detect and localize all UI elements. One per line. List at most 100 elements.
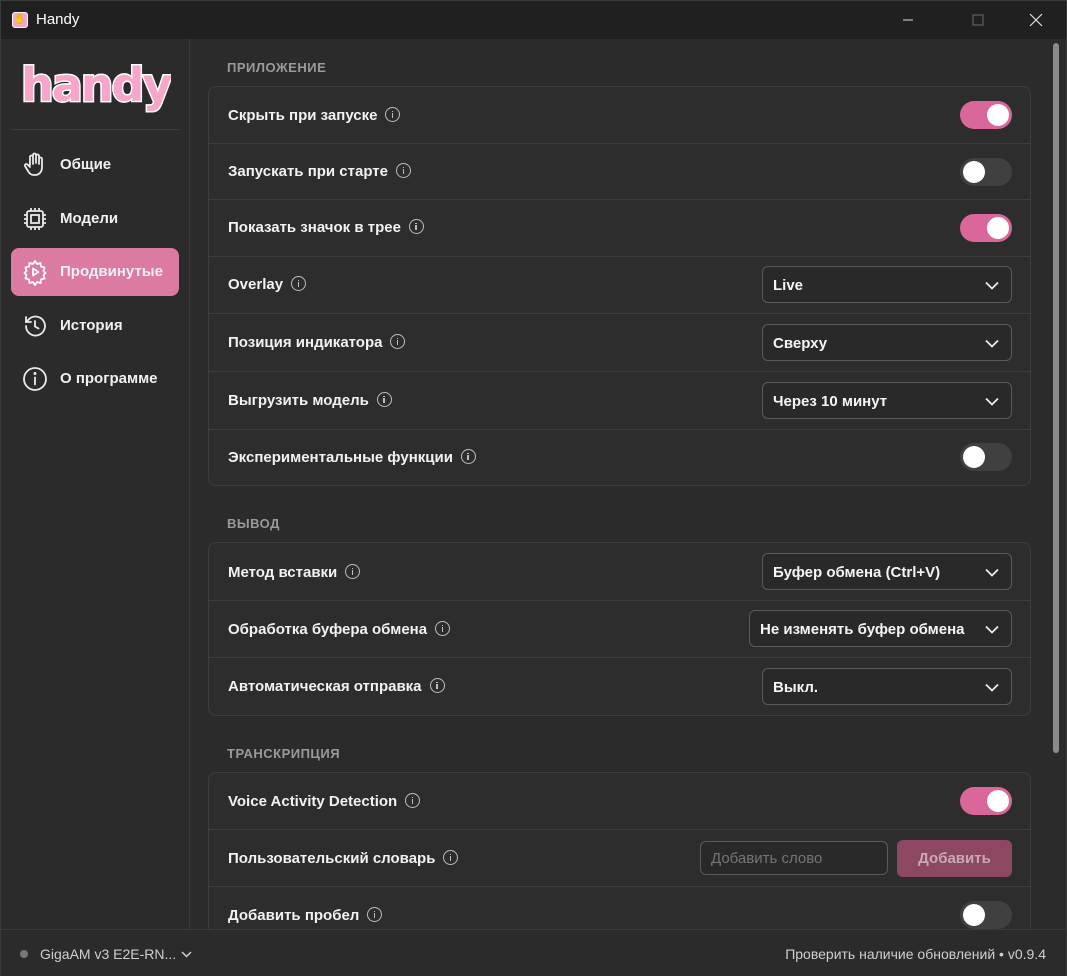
- toggle-knob: [987, 104, 1009, 126]
- chevron-down-icon: [985, 397, 999, 406]
- title-bar: ✋ Handy: [1, 1, 1066, 39]
- close-button[interactable]: [1013, 1, 1059, 39]
- setting-label: Скрыть при запуске: [228, 107, 401, 124]
- setting-row-indicator-position: Позиция индикатора Сверху: [209, 314, 1030, 372]
- settings-card-transcription: Voice Activity Detection Пользовательски…: [208, 772, 1031, 929]
- chevron-down-icon[interactable]: [181, 951, 192, 958]
- maximize-button[interactable]: [955, 1, 1001, 39]
- toggle-knob: [963, 904, 985, 926]
- toggle-knob: [963, 161, 985, 183]
- info-icon[interactable]: [367, 907, 383, 922]
- status-bar: GigaAM v3 E2E-RN... Проверить наличие об…: [1, 929, 1066, 976]
- setting-row-unload-model: Выгрузить модель Через 10 минут: [209, 372, 1030, 430]
- info-icon[interactable]: [435, 621, 451, 636]
- chevron-down-icon: [985, 339, 999, 348]
- info-icon[interactable]: [291, 276, 307, 291]
- experimental-toggle[interactable]: [960, 443, 1012, 471]
- check-updates-link[interactable]: Проверить наличие обновлений • v0.9.4: [785, 946, 1046, 962]
- toggle-knob: [987, 217, 1009, 239]
- auto-send-select[interactable]: Выкл.: [762, 668, 1012, 705]
- info-icon[interactable]: [405, 793, 421, 808]
- setting-label: Overlay: [228, 276, 307, 293]
- setting-label: Автоматическая отправка: [228, 678, 445, 695]
- sidebar-item-general[interactable]: Общие: [11, 141, 179, 189]
- sidebar-divider: [11, 129, 179, 130]
- minimize-icon: [903, 19, 913, 21]
- model-status-indicator: [20, 950, 28, 958]
- sidebar-item-label: О программе: [60, 370, 158, 387]
- sidebar-item-models[interactable]: Модели: [11, 195, 179, 243]
- select-value: Не изменять буфер обмена: [760, 621, 965, 638]
- indicator-position-select[interactable]: Сверху: [762, 324, 1012, 361]
- window-title: Handy: [36, 11, 80, 28]
- setting-row-overlay: Overlay Live: [209, 257, 1030, 314]
- select-value: Через 10 минут: [773, 393, 888, 410]
- add-space-toggle[interactable]: [960, 901, 1012, 929]
- sidebar-item-about[interactable]: О программе: [11, 355, 179, 403]
- toggle-knob: [987, 790, 1009, 812]
- app-logo-icon: ✋: [12, 12, 28, 28]
- info-circle-icon: [23, 367, 47, 391]
- setting-row-dictionary: Пользовательский словарь Добавить: [209, 830, 1030, 887]
- unload-model-select[interactable]: Через 10 минут: [762, 382, 1012, 419]
- info-icon[interactable]: [396, 163, 411, 178]
- info-icon[interactable]: [443, 850, 459, 865]
- chip-icon: [24, 208, 46, 230]
- setting-row-clipboard-handling: Обработка буфера обмена Не изменять буфе…: [209, 601, 1030, 658]
- tray-icon-toggle[interactable]: [960, 214, 1012, 242]
- select-value: Live: [773, 277, 804, 294]
- section-title-transcription: ТРАНСКРИПЦИЯ: [227, 746, 341, 761]
- sidebar-item-label: Общие: [60, 156, 112, 173]
- setting-row-autostart: Запускать при старте: [209, 144, 1030, 200]
- info-icon[interactable]: [429, 678, 445, 693]
- overlay-select[interactable]: Live: [762, 266, 1012, 303]
- scrollbar-thumb[interactable]: [1053, 43, 1059, 753]
- app-window: ✋ Handy handy Общие Модели Продвинутые И…: [0, 0, 1067, 976]
- handy-logo: handy: [20, 57, 172, 114]
- history-icon: [25, 315, 46, 337]
- setting-label: Обработка буфера обмена: [228, 621, 451, 638]
- section-title-app: ПРИЛОЖЕНИЕ: [227, 60, 327, 75]
- hand-icon: [24, 152, 43, 176]
- sidebar-item-history[interactable]: История: [11, 302, 179, 350]
- sidebar-item-label: Модели: [60, 210, 119, 227]
- select-value: Сверху: [773, 335, 828, 352]
- sidebar-item-label: Продвинутые: [60, 263, 163, 280]
- setting-row-hide-on-launch: Скрыть при запуске: [209, 87, 1030, 144]
- autostart-toggle[interactable]: [960, 158, 1012, 186]
- hide-on-launch-toggle[interactable]: [960, 101, 1012, 129]
- settings-card-app: Скрыть при запуске Запускать при старте …: [208, 86, 1031, 486]
- setting-row-vad: Voice Activity Detection: [209, 773, 1030, 830]
- setting-label: Запускать при старте: [228, 163, 411, 180]
- setting-label: Пользовательский словарь: [228, 850, 459, 867]
- info-icon[interactable]: [408, 219, 424, 234]
- minimize-button[interactable]: [885, 1, 931, 39]
- vad-toggle[interactable]: [960, 787, 1012, 815]
- info-icon[interactable]: [345, 564, 361, 579]
- info-icon[interactable]: [385, 107, 401, 122]
- chevron-down-icon: [985, 281, 999, 290]
- info-icon[interactable]: [376, 392, 392, 407]
- add-word-button[interactable]: Добавить: [897, 840, 1012, 877]
- toggle-knob: [963, 446, 985, 468]
- sidebar: handy Общие Модели Продвинутые История О…: [1, 39, 190, 929]
- settings-card-output: Метод вставки Буфер обмена (Ctrl+V) Обра…: [208, 542, 1031, 716]
- info-icon[interactable]: [390, 334, 406, 349]
- chevron-down-icon: [985, 625, 999, 634]
- sidebar-item-advanced[interactable]: Продвинутые: [11, 248, 179, 296]
- chevron-down-icon: [985, 683, 999, 692]
- chevron-down-icon: [985, 568, 999, 577]
- setting-label: Метод вставки: [228, 564, 361, 581]
- setting-label: Voice Activity Detection: [228, 793, 421, 810]
- setting-label: Позиция индикатора: [228, 334, 406, 351]
- dictionary-word-input[interactable]: [700, 841, 888, 875]
- paste-method-select[interactable]: Буфер обмена (Ctrl+V): [762, 553, 1012, 590]
- clipboard-handling-select[interactable]: Не изменять буфер обмена: [749, 610, 1012, 647]
- setting-label: Выгрузить модель: [228, 392, 392, 409]
- setting-label: Экспериментальные функции: [228, 449, 476, 466]
- info-icon[interactable]: [460, 449, 476, 464]
- settings-panel[interactable]: ПРИЛОЖЕНИЕ Скрыть при запуске Запускать …: [191, 39, 1066, 929]
- select-value: Выкл.: [773, 679, 819, 696]
- model-selector[interactable]: GigaAM v3 E2E-RN...: [40, 946, 176, 962]
- setting-row-auto-send: Автоматическая отправка Выкл.: [209, 658, 1030, 716]
